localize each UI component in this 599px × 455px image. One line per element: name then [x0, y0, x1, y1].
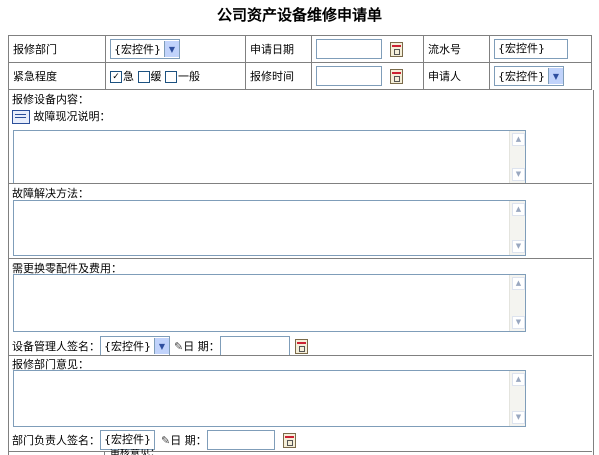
- scroll-up-icon[interactable]: ▲: [512, 133, 525, 146]
- scrollbar[interactable]: ▲ ▼: [509, 275, 525, 331]
- scrollbar[interactable]: ▲ ▼: [509, 371, 525, 426]
- head-sign-label: 部门负责人签名：: [12, 434, 100, 447]
- scroll-down-icon[interactable]: ▼: [512, 411, 525, 424]
- serial-label: 流水号: [423, 35, 490, 63]
- scroll-up-icon[interactable]: ▲: [512, 203, 525, 216]
- row-dept: 报修部门 {宏控件} ▼ 申请日期 流水号 {宏控件}: [8, 35, 592, 63]
- urgency-label: 紧急程度: [8, 62, 106, 90]
- manager-date-input[interactable]: [219, 336, 290, 356]
- manager-sign-select[interactable]: {宏控件} ▼: [100, 336, 170, 356]
- divider: [8, 183, 592, 184]
- manager-sign-label: 设备管理人签名：: [12, 340, 100, 353]
- head-date-label: 日 期：: [170, 434, 207, 447]
- scroll-down-icon[interactable]: ▼: [512, 168, 525, 181]
- content-label: 报修设备内容：: [12, 93, 89, 106]
- parts-textarea[interactable]: ▲ ▼: [13, 274, 526, 332]
- serial-input[interactable]: {宏控件}: [494, 39, 568, 59]
- applicant-label: 申请人: [423, 62, 490, 90]
- head-sign-input[interactable]: {宏控件}: [100, 430, 155, 450]
- date-label: 申请日期: [245, 35, 312, 63]
- chevron-down-icon[interactable]: ▼: [154, 338, 169, 354]
- urgency-option-slow: 缓: [150, 70, 162, 83]
- urgency-option-urgent: 急: [123, 70, 134, 83]
- scrollbar[interactable]: ▲ ▼: [509, 201, 525, 255]
- chevron-down-icon[interactable]: ▼: [164, 41, 179, 57]
- dept-select-value: {宏控件}: [114, 43, 161, 56]
- divider: [104, 451, 105, 455]
- calendar-icon[interactable]: [294, 338, 308, 354]
- dept-select[interactable]: {宏控件} ▼: [110, 39, 180, 59]
- manager-sign-row: 设备管理人签名： {宏控件} ▼ ✎ 日 期：: [12, 336, 308, 356]
- scrollbar[interactable]: ▲ ▼: [509, 131, 525, 183]
- calendar-icon[interactable]: [389, 41, 403, 57]
- dept-label: 报修部门: [8, 35, 106, 63]
- scroll-down-icon[interactable]: ▼: [512, 240, 525, 253]
- form-title: 公司资产设备维修申请单: [216, 6, 382, 24]
- dept-opinion-textarea[interactable]: ▲ ▼: [13, 370, 526, 427]
- repair-time-input[interactable]: [316, 66, 382, 86]
- divider: [8, 451, 592, 452]
- chevron-down-icon[interactable]: ▼: [548, 68, 563, 84]
- scroll-up-icon[interactable]: ▲: [512, 373, 525, 386]
- urgency-checkbox-urgent[interactable]: ✓: [110, 71, 122, 83]
- applicant-select[interactable]: {宏控件} ▼: [494, 66, 564, 86]
- pencil-icon[interactable]: ✎: [161, 434, 170, 447]
- row-urgency: 紧急程度 ✓ 急 缓 一般 报修时间 申请人 {宏控件} ▼: [8, 62, 592, 90]
- urgency-checkbox-slow[interactable]: [137, 71, 150, 83]
- fault-desc-heading: 故障现况说明：: [12, 108, 111, 124]
- document-icon: [12, 110, 30, 124]
- calendar-icon[interactable]: [389, 68, 403, 84]
- pencil-icon[interactable]: ✎: [174, 340, 183, 353]
- head-date-input[interactable]: [206, 430, 275, 450]
- manager-sign-value: {宏控件}: [104, 340, 151, 353]
- scroll-down-icon[interactable]: ▼: [512, 316, 525, 329]
- solution-label: 故障解决方法：: [12, 187, 89, 200]
- head-sign-row: 部门负责人签名： {宏控件} ✎ 日 期：: [12, 430, 296, 450]
- divider: [8, 258, 592, 259]
- solution-textarea[interactable]: ▲ ▼: [13, 200, 526, 256]
- divider: [8, 355, 592, 356]
- scroll-up-icon[interactable]: ▲: [512, 277, 525, 290]
- apply-date-input[interactable]: [316, 39, 382, 59]
- urgency-checkbox-normal[interactable]: [165, 71, 177, 83]
- fault-desc-textarea[interactable]: ▲ ▼: [13, 130, 526, 184]
- applicant-select-value: {宏控件}: [498, 70, 545, 83]
- fault-desc-label: 故障现况说明：: [33, 110, 111, 123]
- cut-label: 审核意见：: [110, 449, 160, 455]
- repair-time-label: 报修时间: [245, 62, 312, 90]
- header-grid: 报修部门 {宏控件} ▼ 申请日期 流水号 {宏控件} 紧急程度 ✓ 急 缓 一般…: [8, 35, 592, 90]
- urgency-option-normal: 一般: [178, 70, 200, 83]
- manager-date-label: 日 期：: [183, 340, 220, 353]
- calendar-icon[interactable]: [282, 432, 296, 448]
